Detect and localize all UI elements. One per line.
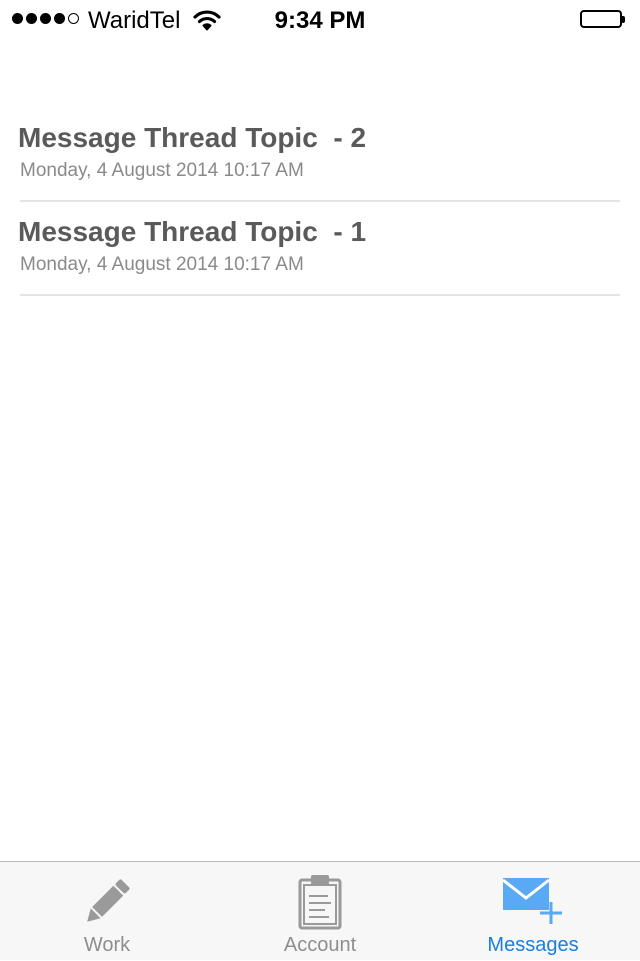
tab-account[interactable]: Account: [213, 862, 427, 961]
tab-label: Work: [83, 934, 131, 956]
tab-work[interactable]: Work: [0, 862, 214, 961]
battery-icon: [580, 10, 625, 30]
thread-date: Monday, 4 August 2014 10:17 AM: [20, 254, 304, 275]
thread-item[interactable]: Message Thread Topic - 2 Monday, 4 Augus…: [18, 108, 620, 202]
compose-mail-icon: [501, 874, 565, 933]
message-thread-list: Message Thread Topic - 2 Monday, 4 Augus…: [0, 108, 640, 296]
tab-label: Account: [283, 934, 357, 956]
status-bar: WaridTel 9:34 PM: [0, 0, 640, 40]
thread-title: Message Thread Topic - 2: [18, 122, 367, 153]
tab-label: Messages: [487, 934, 579, 956]
thread-title: Message Thread Topic - 1: [18, 216, 367, 247]
clipboard-icon: [298, 874, 342, 935]
thread-date: Monday, 4 August 2014 10:17 AM: [20, 160, 304, 181]
tab-bar: Work Account Messages: [0, 861, 640, 960]
status-time: 9:34 PM: [274, 7, 366, 34]
tab-messages[interactable]: Messages: [426, 862, 640, 961]
pencil-icon: [79, 874, 135, 935]
thread-item[interactable]: Message Thread Topic - 1 Monday, 4 Augus…: [18, 202, 620, 296]
